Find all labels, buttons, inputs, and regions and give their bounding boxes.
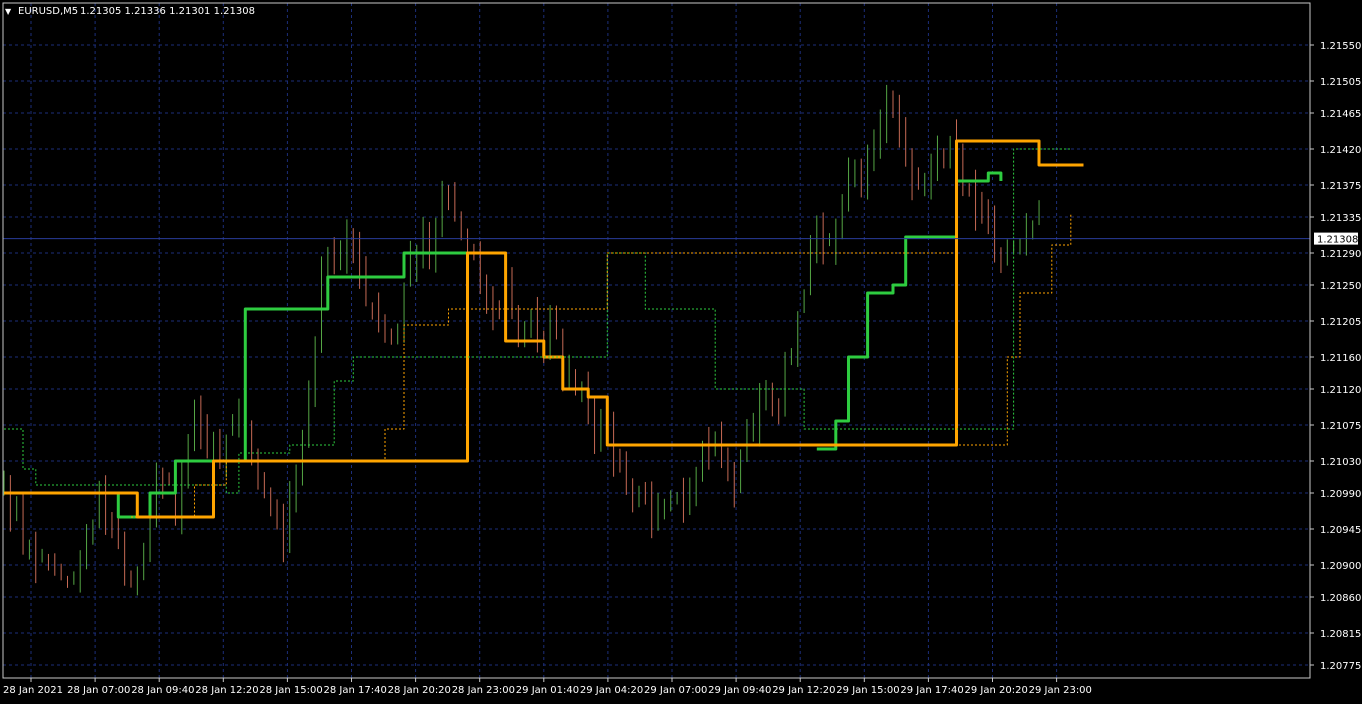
ohlc-label: 1.21305 1.21336 1.21301 1.21308 — [80, 6, 255, 17]
chart-window[interactable]: 1.21550 1.21505 1.21465 1.21420 1.21375 1.213… — [0, 0, 1362, 700]
price-tick-label: 1.21335 — [1320, 213, 1361, 224]
price-tick-label: 1.21250 — [1320, 281, 1361, 292]
price-tick-label: 1.21120 — [1320, 385, 1361, 396]
price-tick-label: 1.21465 — [1320, 109, 1361, 120]
time-tick-label: 29 Jan 23:00 — [1029, 685, 1092, 696]
price-tick-label: 1.20775 — [1320, 661, 1361, 672]
price-tick-label: 1.20945 — [1320, 525, 1361, 536]
indicator-line — [4, 251, 468, 519]
price-tick-label: 1.21375 — [1320, 181, 1361, 192]
time-tick-label: 29 Jan 09:40 — [708, 685, 771, 696]
indicator-line — [131, 213, 1072, 518]
time-tick-label: 29 Jan 01:40 — [516, 685, 579, 696]
time-axis[interactable]: 28 Jan 2021 28 Jan 07:00 28 Jan 09:40 28 Ja… — [3, 678, 1092, 696]
time-tick-label: 28 Jan 15:00 — [259, 685, 322, 696]
symbol-timeframe-label: EURUSD,M5 — [18, 6, 78, 17]
price-tick-label: 1.20990 — [1320, 489, 1361, 500]
time-tick-label: 29 Jan 20:20 — [965, 685, 1028, 696]
price-tick-label: 1.21550 — [1320, 41, 1361, 52]
time-tick-label: 28 Jan 2021 — [3, 685, 63, 696]
current-price-label: 1.21308 — [1317, 235, 1358, 246]
price-tick-label: 1.21075 — [1320, 421, 1361, 432]
price-tick-label: 1.20860 — [1320, 593, 1361, 604]
indicator-line — [816, 171, 1003, 451]
price-tick-label: 1.21505 — [1320, 77, 1361, 88]
time-tick-label: 28 Jan 12:20 — [195, 685, 258, 696]
time-tick-label: 28 Jan 17:40 — [324, 685, 387, 696]
price-tick-label: 1.21290 — [1320, 249, 1361, 260]
price-tick-label: 1.20900 — [1320, 561, 1361, 572]
price-axis[interactable]: 1.21550 1.21505 1.21465 1.21420 1.21375 1.213… — [1310, 41, 1361, 672]
price-tick-label: 1.21160 — [1320, 353, 1361, 364]
plot-frame — [2, 2, 1311, 679]
time-tick-label: 28 Jan 20:20 — [388, 685, 451, 696]
time-tick-label: 29 Jan 17:40 — [900, 685, 963, 696]
chart-header: ▼ EURUSD,M5 1.21305 1.21336 1.21301 1.21… — [5, 6, 255, 17]
price-tick-label: 1.21030 — [1320, 457, 1361, 468]
price-chart[interactable]: 1.21550 1.21505 1.21465 1.21420 1.21375 1.213… — [0, 0, 1362, 700]
grid — [3, 3, 1310, 678]
time-tick-label: 29 Jan 15:00 — [836, 685, 899, 696]
price-tick-label: 1.20815 — [1320, 629, 1361, 640]
dropdown-triangle-icon[interactable]: ▼ — [5, 7, 12, 16]
time-tick-label: 29 Jan 07:00 — [644, 685, 707, 696]
time-tick-label: 29 Jan 04:20 — [580, 685, 643, 696]
time-tick-label: 29 Jan 12:20 — [772, 685, 835, 696]
time-tick-label: 28 Jan 23:00 — [452, 685, 515, 696]
time-tick-label: 28 Jan 07:00 — [67, 685, 130, 696]
price-tick-label: 1.21420 — [1320, 145, 1361, 156]
price-tick-label: 1.21205 — [1320, 317, 1361, 328]
current-price-tag: 1.21308 — [1314, 232, 1358, 246]
time-tick-label: 28 Jan 09:40 — [131, 685, 194, 696]
